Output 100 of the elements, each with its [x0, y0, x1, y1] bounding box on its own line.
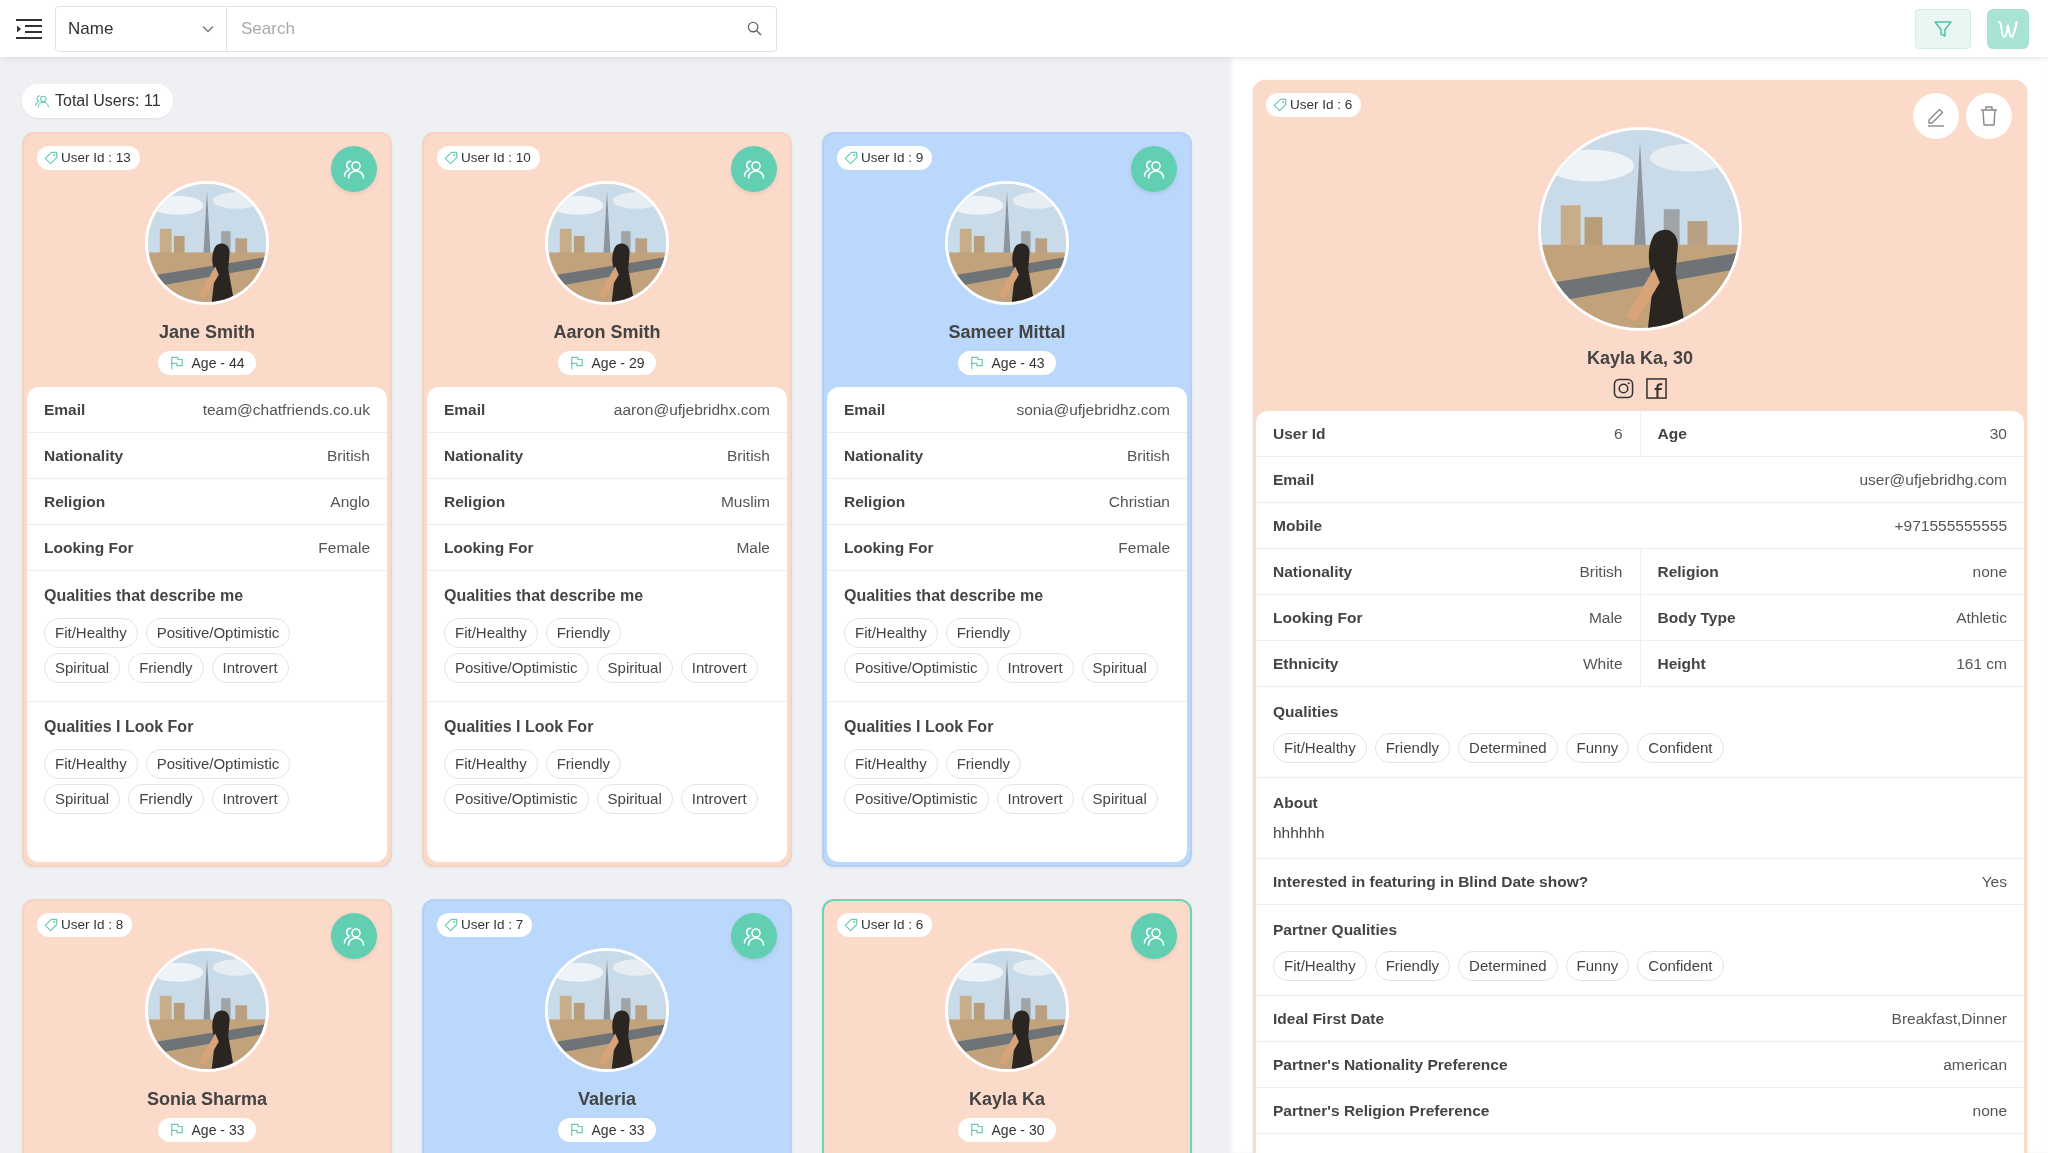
- field-label: Looking For: [44, 537, 134, 558]
- user-id-text: User Id : 9: [861, 148, 924, 167]
- user-id-text: User Id : 7: [461, 915, 524, 934]
- user-card[interactable]: [422, 132, 792, 867]
- users-icon: [742, 157, 766, 181]
- user-name: Kayla Ka: [968, 1088, 1045, 1111]
- tag-icon: [44, 918, 58, 932]
- field-label: Nationality: [1273, 561, 1353, 582]
- field-label: Body Type: [1657, 607, 1736, 628]
- field-value: British: [326, 445, 370, 466]
- sort-dropdown[interactable]: Name: [55, 5, 227, 52]
- flag-icon: [969, 1123, 984, 1137]
- field-label: Partner's Religion Preference: [1273, 1100, 1490, 1121]
- field-value: Breakfast,Dinner: [1891, 1008, 2007, 1029]
- field-value: american: [1943, 1054, 2007, 1075]
- field-label: Ideal First Date: [1273, 1008, 1385, 1029]
- profile-button[interactable]: [1131, 146, 1177, 192]
- profile-button[interactable]: [731, 913, 777, 959]
- field-label: Email: [844, 399, 886, 420]
- field-label: Ethnicity: [1273, 653, 1339, 674]
- field-value: team@chatfriends.co.uk: [202, 399, 370, 420]
- user-card[interactable]: [822, 132, 1192, 867]
- menu-icon[interactable]: [15, 17, 43, 40]
- user-card[interactable]: User Id : 8 Sonia Sharma Age - 33: [22, 899, 392, 1153]
- user-id-text: User Id : 13: [61, 148, 131, 167]
- field-value: British: [1579, 561, 1623, 582]
- section-title: Qualities that describe me: [444, 586, 645, 606]
- flag-icon: [169, 1123, 184, 1137]
- field-label: Nationality: [44, 445, 124, 466]
- user-name: Valeria: [577, 1088, 637, 1111]
- section-title: Qualities I Look For: [44, 717, 195, 737]
- field-value: +971555555555: [1894, 515, 2007, 536]
- field-label: Age: [1657, 423, 1687, 444]
- filter-button[interactable]: [1915, 8, 1971, 49]
- search-input[interactable]: Search: [239, 14, 747, 43]
- field-value: Male: [1588, 607, 1623, 628]
- profile-button[interactable]: [331, 146, 377, 192]
- age-text: Age - 30: [991, 1120, 1045, 1140]
- delete-button[interactable]: [1966, 93, 2012, 139]
- field-value: Female: [318, 537, 370, 558]
- age-text: Age - 33: [591, 1120, 645, 1140]
- tag-icon: [444, 151, 458, 165]
- field-value: none: [1972, 561, 2007, 582]
- field-label: Mobile: [1273, 515, 1323, 536]
- section-title: Qualities: [1273, 702, 1340, 722]
- field-value: Yes: [1981, 871, 2007, 892]
- field-value: Christian: [1108, 491, 1170, 512]
- section-title: Qualities I Look For: [844, 717, 995, 737]
- field-label: Email: [444, 399, 486, 420]
- user-card[interactable]: User Id : 7 Valeria Age - 33: [422, 899, 792, 1153]
- field-label: Religion: [844, 491, 906, 512]
- field-value: 6: [1613, 423, 1623, 444]
- user-id-text: User Id : 6: [861, 915, 924, 934]
- tag-icon: [444, 918, 458, 932]
- user-name: Sameer Mittal: [948, 321, 1066, 344]
- tag-icon: [844, 918, 858, 932]
- search-field[interactable]: Search: [227, 5, 777, 52]
- field-value: British: [726, 445, 770, 466]
- field-value: Athletic: [1956, 607, 2007, 628]
- section-title: Qualities that describe me: [844, 586, 1045, 606]
- section-title: Qualities I Look For: [444, 717, 595, 737]
- edit-button[interactable]: [1913, 93, 1959, 139]
- user-id-text: User Id : 10: [461, 148, 531, 167]
- field-value: Muslim: [720, 491, 770, 512]
- user-name: Aaron Smith: [553, 321, 661, 344]
- users-icon: [1142, 924, 1166, 948]
- users-icon: [742, 924, 766, 948]
- field-value: Male: [736, 537, 770, 558]
- field-label: Interested in featuring in Blind Date show?: [1273, 871, 1589, 892]
- field-value: sonia@ufjebridhz.com: [1016, 399, 1170, 420]
- field-value: none: [1972, 1100, 2007, 1121]
- age-text: Age - 33: [191, 1120, 245, 1140]
- tag-icon: [844, 151, 858, 165]
- users-icon: [1142, 157, 1166, 181]
- profile-button[interactable]: [331, 913, 377, 959]
- field-value: user@ufjebridhg.com: [1859, 469, 2007, 490]
- instagram-icon[interactable]: [1613, 378, 1634, 399]
- profile-button[interactable]: [731, 146, 777, 192]
- user-name: Jane Smith: [159, 321, 255, 344]
- field-label: Religion: [444, 491, 506, 512]
- flag-icon: [169, 356, 184, 370]
- flag-icon: [569, 1123, 584, 1137]
- field-label: Religion: [1657, 561, 1719, 582]
- field-label: Height: [1657, 653, 1706, 674]
- user-card[interactable]: User Id : 6 Kayla Ka Age - 30: [822, 899, 1192, 1153]
- facebook-icon[interactable]: [1646, 378, 1667, 399]
- users-icon: [342, 157, 366, 181]
- profile-button[interactable]: [1131, 913, 1177, 959]
- section-title: Qualities that describe me: [44, 586, 245, 606]
- age-text: Age - 44: [191, 353, 245, 373]
- user-id-text: User Id : 6: [1290, 95, 1353, 114]
- tag-icon: [44, 151, 58, 165]
- field-value: British: [1126, 445, 1170, 466]
- about-text: hhhhhh: [1273, 822, 1326, 843]
- user-card[interactable]: [22, 132, 392, 867]
- field-label: Looking For: [1273, 607, 1363, 628]
- field-label: Nationality: [444, 445, 524, 466]
- users-icon: [342, 924, 366, 948]
- field-value: 30: [1989, 423, 2007, 444]
- field-label: Religion: [44, 491, 106, 512]
